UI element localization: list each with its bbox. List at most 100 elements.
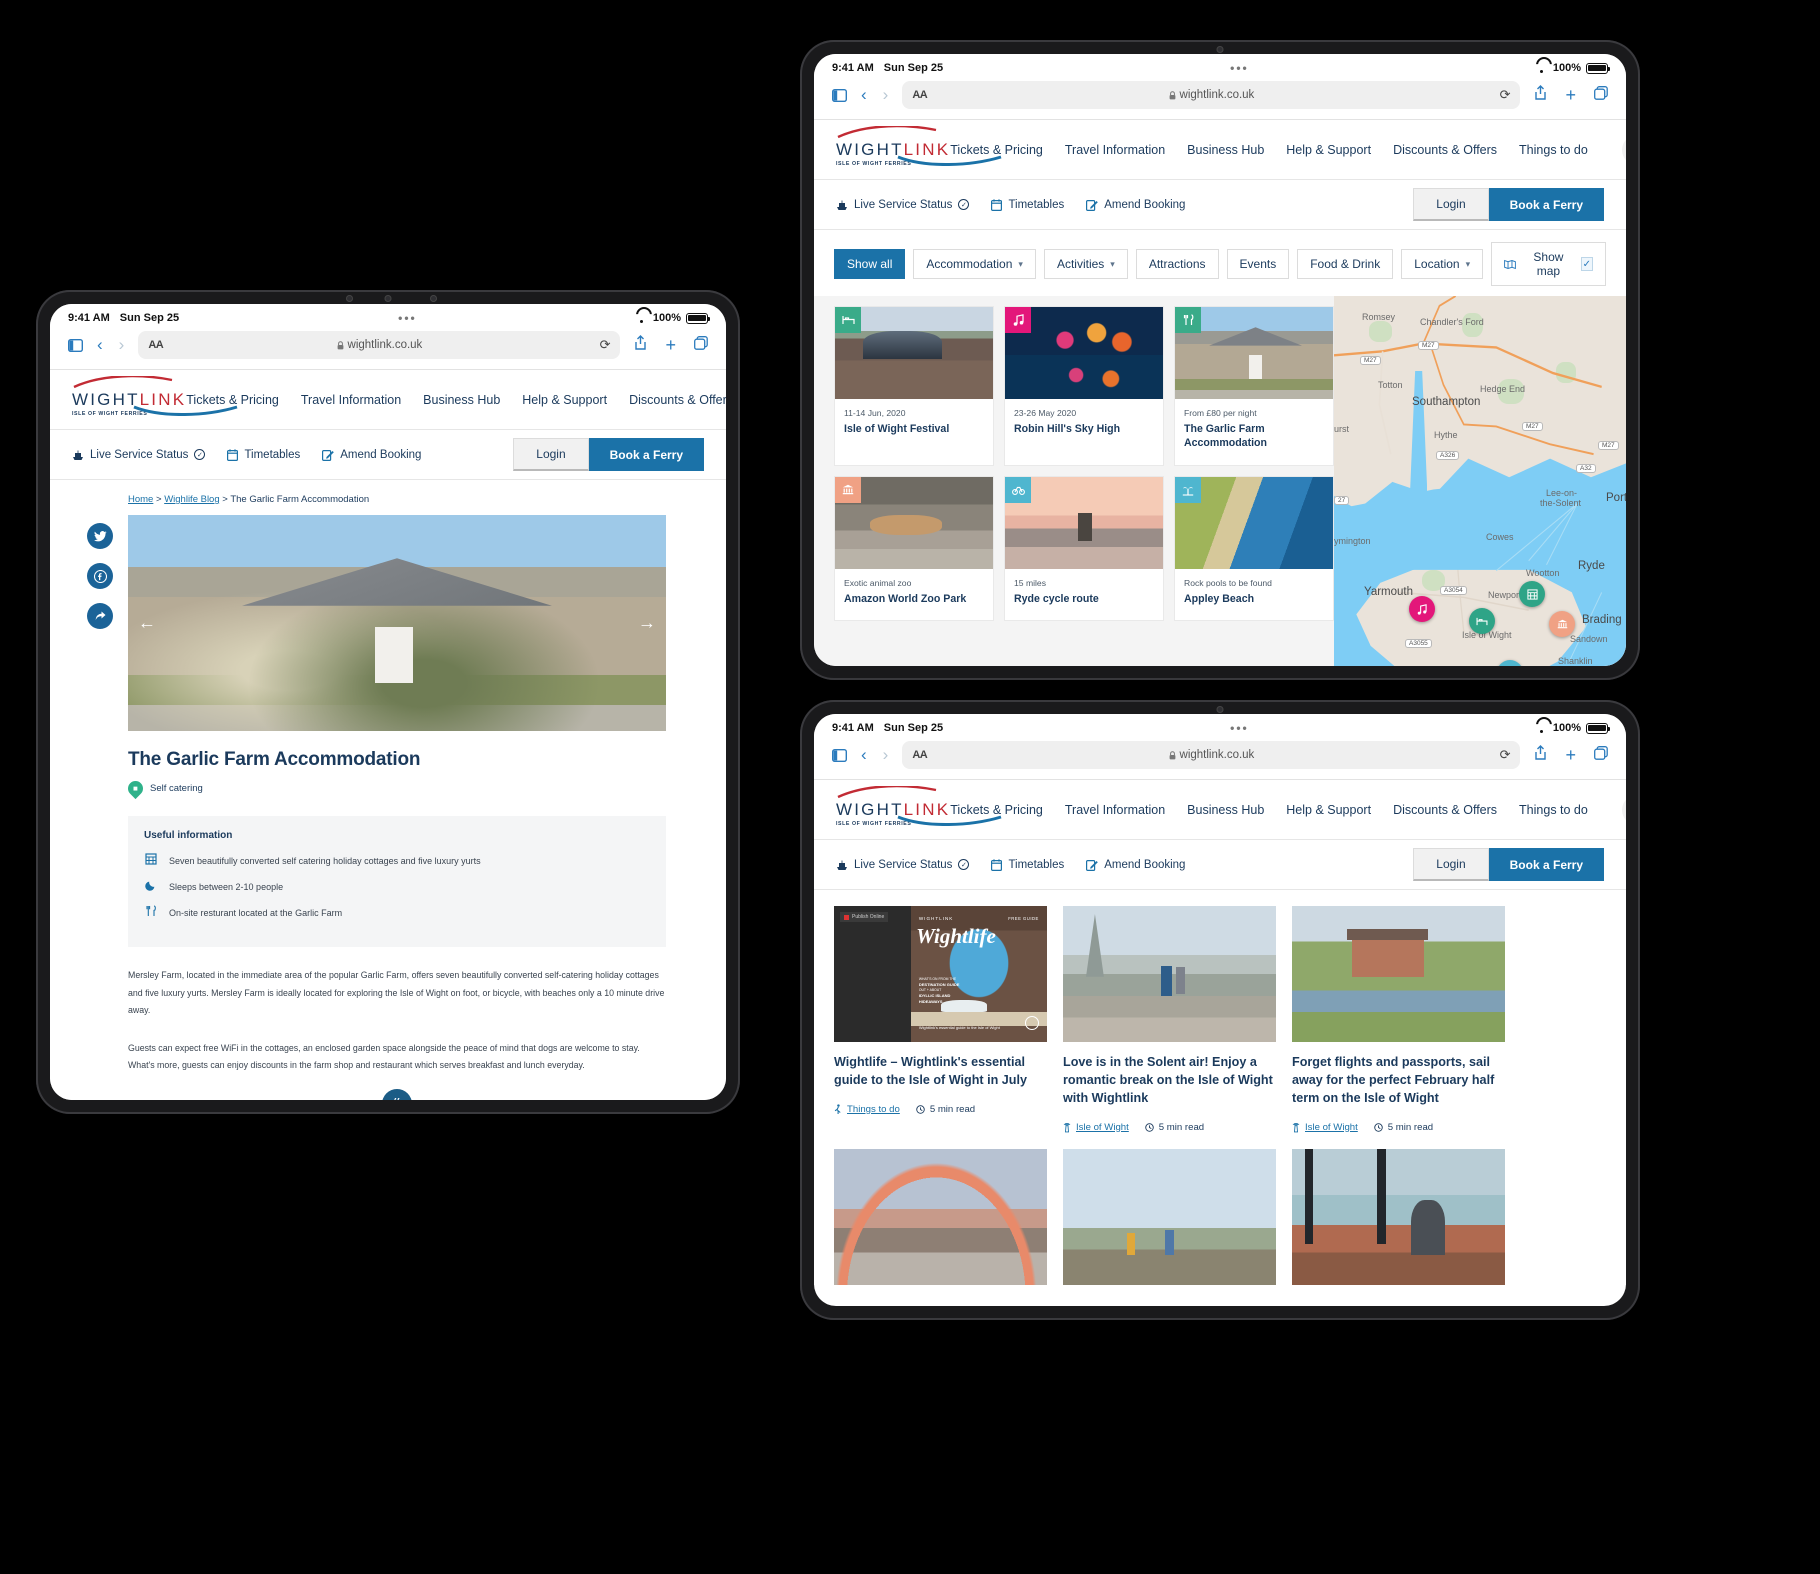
twitter-icon[interactable] bbox=[87, 523, 113, 549]
forward-button[interactable]: › bbox=[883, 745, 889, 765]
nav-item-travel[interactable]: Travel Information bbox=[301, 393, 401, 407]
share-icon[interactable] bbox=[1534, 745, 1547, 765]
sidebar-toggle-icon[interactable] bbox=[68, 338, 83, 352]
login-button[interactable]: Login bbox=[1413, 848, 1489, 881]
nav-item-travel[interactable]: Travel Information bbox=[1065, 143, 1165, 157]
card-meta: 23-26 May 2020 bbox=[1014, 408, 1077, 418]
utility-timetables[interactable]: Timetables bbox=[227, 449, 300, 461]
blog-post-card[interactable] bbox=[1063, 1148, 1276, 1285]
nav-item-discounts[interactable]: Discounts & Offers bbox=[629, 393, 726, 407]
nav-item-help[interactable]: Help & Support bbox=[1286, 803, 1371, 817]
reload-icon[interactable]: ⟳ bbox=[600, 337, 611, 353]
utility-amend-booking[interactable]: Amend Booking bbox=[1086, 199, 1185, 211]
utility-amend-booking[interactable]: Amend Booking bbox=[1086, 859, 1185, 871]
text-size-button[interactable]: AA bbox=[912, 749, 927, 761]
blog-post-tag[interactable]: Isle of Wight bbox=[1292, 1122, 1358, 1133]
result-card[interactable]: Exotic animal zoo Amazon World Zoo Park bbox=[834, 475, 994, 621]
search-icon[interactable] bbox=[1621, 134, 1626, 165]
back-button[interactable]: ‹ bbox=[861, 745, 867, 765]
filter-chip-show-all[interactable]: Show all bbox=[834, 249, 906, 279]
blog-post-tag[interactable]: Isle of Wight bbox=[1063, 1122, 1129, 1133]
map-pin-accommodation[interactable] bbox=[1469, 608, 1495, 634]
filter-chip-events[interactable]: Events bbox=[1226, 249, 1290, 279]
forward-button[interactable]: › bbox=[119, 335, 125, 355]
blog-post-card[interactable] bbox=[1292, 1148, 1505, 1285]
filter-chip-food-drink[interactable]: Food & Drink bbox=[1297, 249, 1394, 279]
facebook-icon[interactable] bbox=[87, 563, 113, 589]
tabs-icon[interactable] bbox=[1594, 85, 1608, 105]
nav-item-business[interactable]: Business Hub bbox=[1187, 143, 1264, 157]
book-a-ferry-button[interactable]: Book a Ferry bbox=[588, 438, 704, 471]
share-icon[interactable] bbox=[634, 335, 647, 355]
blog-post-tag[interactable]: Things to do bbox=[834, 1104, 900, 1115]
text-size-button[interactable]: AA bbox=[148, 339, 163, 351]
login-button[interactable]: Login bbox=[513, 438, 589, 471]
map-pin-museum[interactable] bbox=[1549, 611, 1575, 637]
result-card[interactable]: From £80 per night The Garlic Farm Accom… bbox=[1174, 306, 1334, 466]
reload-icon[interactable]: ⟳ bbox=[1500, 87, 1511, 103]
utility-timetables[interactable]: Timetables bbox=[991, 859, 1064, 871]
carousel-next-button[interactable]: → bbox=[638, 613, 656, 634]
utility-live-service-status[interactable]: Live Service Status ✓ bbox=[72, 449, 206, 461]
nav-item-things-to-do[interactable]: Things to do bbox=[1519, 803, 1588, 817]
nav-item-help[interactable]: Help & Support bbox=[522, 393, 607, 407]
new-tab-icon[interactable]: + bbox=[1565, 86, 1576, 104]
interactive-map[interactable]: Southampton Portsmou Yarmouth Ryde Bradi… bbox=[1334, 296, 1626, 666]
filter-chip-activities[interactable]: Activities ▾ bbox=[1043, 249, 1128, 279]
book-a-ferry-button[interactable]: Book a Ferry bbox=[1488, 848, 1604, 881]
nav-item-business[interactable]: Business Hub bbox=[1187, 803, 1264, 817]
show-map-checkbox[interactable]: ✓ bbox=[1580, 257, 1593, 271]
sidebar-toggle-icon[interactable] bbox=[832, 748, 847, 762]
new-tab-icon[interactable]: + bbox=[665, 336, 676, 354]
carousel-prev-button[interactable]: ← bbox=[138, 613, 156, 634]
book-a-ferry-button[interactable]: Book a Ferry bbox=[1488, 188, 1604, 221]
map-pin-music[interactable] bbox=[1409, 596, 1435, 622]
address-bar[interactable]: AA wightlink.co.uk ⟳ bbox=[902, 81, 1521, 109]
nav-item-things-to-do[interactable]: Things to do bbox=[1519, 143, 1588, 157]
address-bar[interactable]: AA wightlink.co.uk ⟳ bbox=[902, 741, 1521, 769]
address-bar[interactable]: AA wightlink.co.uk ⟳ bbox=[138, 331, 621, 359]
result-card[interactable]: Rock pools to be found Appley Beach bbox=[1174, 475, 1334, 621]
share-icon[interactable] bbox=[1534, 85, 1547, 105]
share-icon[interactable] bbox=[87, 603, 113, 629]
blog-post-card[interactable]: Publish Online WIGHTLINK FREE GUIDE Wigh… bbox=[834, 906, 1047, 1133]
filter-chip-attractions[interactable]: Attractions bbox=[1135, 249, 1219, 279]
result-card[interactable]: 23-26 May 2020 Robin Hill's Sky High bbox=[1004, 306, 1164, 466]
back-button[interactable]: ‹ bbox=[861, 85, 867, 105]
utility-timetables[interactable]: Timetables bbox=[991, 199, 1064, 211]
result-card[interactable]: 11-14 Jun, 2020 Isle of Wight Festival bbox=[834, 306, 994, 466]
search-icon[interactable] bbox=[1621, 794, 1626, 825]
filter-chip-location[interactable]: Location ▾ bbox=[1401, 249, 1484, 279]
login-button[interactable]: Login bbox=[1413, 188, 1489, 221]
reload-icon[interactable]: ⟳ bbox=[1500, 747, 1511, 763]
nav-item-business[interactable]: Business Hub bbox=[423, 393, 500, 407]
utility-amend-booking[interactable]: Amend Booking bbox=[322, 449, 421, 461]
sidebar-toggle-icon[interactable] bbox=[832, 88, 847, 102]
utility-live-service-status[interactable]: Live Service Status ✓ bbox=[836, 859, 970, 871]
nav-item-travel[interactable]: Travel Information bbox=[1065, 803, 1165, 817]
tabs-icon[interactable] bbox=[694, 335, 708, 355]
wightlink-logo[interactable]: WIGHTLINK ISLE OF WIGHT FERRIES bbox=[72, 376, 238, 417]
useful-information-text: Seven beautifully converted self caterin… bbox=[169, 855, 481, 866]
blog-post-card[interactable] bbox=[834, 1148, 1047, 1285]
wightlink-logo[interactable]: WIGHTLINK ISLE OF WIGHT FERRIES bbox=[836, 786, 1002, 827]
nav-item-discounts[interactable]: Discounts & Offers bbox=[1393, 803, 1497, 817]
text-size-button[interactable]: AA bbox=[912, 89, 927, 101]
show-map-toggle[interactable]: Show map ✓ bbox=[1491, 242, 1606, 286]
forward-button[interactable]: › bbox=[883, 85, 889, 105]
result-card[interactable]: 15 miles Ryde cycle route bbox=[1004, 475, 1164, 621]
back-button[interactable]: ‹ bbox=[97, 335, 103, 355]
wightlink-logo[interactable]: WIGHTLINK ISLE OF WIGHT FERRIES bbox=[836, 126, 1002, 167]
breadcrumb-home[interactable]: Home bbox=[128, 494, 153, 505]
tabs-icon[interactable] bbox=[1594, 745, 1608, 765]
article-hero-carousel[interactable]: ← → bbox=[128, 515, 666, 731]
breadcrumb-blog[interactable]: Wighlife Blog bbox=[164, 494, 219, 505]
blog-post-card[interactable]: Forget flights and passports, sail away … bbox=[1292, 906, 1505, 1133]
filter-chip-accommodation[interactable]: Accommodation ▾ bbox=[913, 249, 1036, 279]
utility-live-service-status[interactable]: Live Service Status ✓ bbox=[836, 199, 970, 211]
blog-post-card[interactable]: Love is in the Solent air! Enjoy a roman… bbox=[1063, 906, 1276, 1133]
map-pin-attraction[interactable] bbox=[1519, 581, 1545, 607]
nav-item-help[interactable]: Help & Support bbox=[1286, 143, 1371, 157]
new-tab-icon[interactable]: + bbox=[1565, 746, 1576, 764]
nav-item-discounts[interactable]: Discounts & Offers bbox=[1393, 143, 1497, 157]
